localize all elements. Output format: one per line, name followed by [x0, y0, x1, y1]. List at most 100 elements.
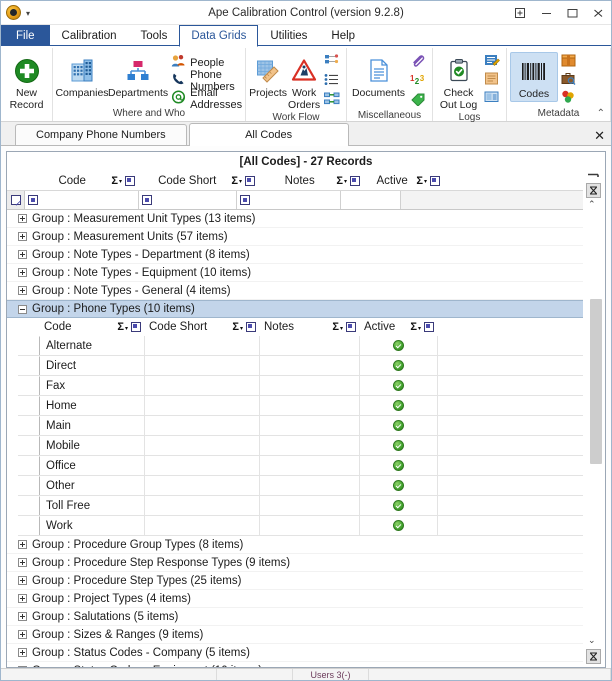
group-row[interactable]: Group : Sizes & Ranges (9 items) — [7, 626, 583, 644]
cell-active[interactable] — [360, 436, 438, 455]
expand-icon[interactable] — [18, 594, 27, 603]
minimize-button[interactable] — [533, 2, 559, 24]
table-row[interactable]: Direct — [18, 356, 583, 376]
cell-code-short[interactable] — [145, 396, 260, 415]
menu-item-file[interactable]: File — [1, 25, 50, 46]
restore-down-button[interactable] — [507, 2, 533, 24]
column-summary-code-short-icon[interactable]: Σ ▾ — [231, 175, 255, 187]
row-indicator[interactable] — [18, 456, 40, 475]
group-row[interactable]: Group : Measurement Units (57 items) — [7, 228, 583, 246]
cell-notes[interactable] — [260, 456, 360, 475]
expand-icon[interactable] — [18, 630, 27, 639]
row-indicator[interactable] — [18, 496, 40, 515]
scroll-down-chevron-icon[interactable]: ⌄ — [588, 636, 596, 645]
cell-notes[interactable] — [260, 376, 360, 395]
tab-all-codes[interactable]: All Codes — [188, 123, 349, 146]
cell-notes[interactable] — [260, 336, 360, 355]
departments-button[interactable]: Departments — [108, 52, 168, 100]
cell-code[interactable]: Other — [40, 476, 145, 495]
table-row[interactable]: Alternate — [18, 336, 583, 356]
expand-icon[interactable] — [18, 214, 27, 223]
cell-notes[interactable] — [260, 416, 360, 435]
inner-column-summary-notes-icon[interactable]: Σ ▾ — [332, 321, 356, 333]
cell-code[interactable]: Fax — [40, 376, 145, 395]
cell-active[interactable] — [360, 376, 438, 395]
collapse-icon[interactable] — [18, 304, 27, 314]
column-header-code-short[interactable]: Code Short Σ ▾ — [139, 171, 259, 190]
expand-icon[interactable] — [18, 666, 27, 667]
group-row[interactable]: Group : Project Types (4 items) — [7, 590, 583, 608]
group-row[interactable]: Group : Note Types - Department (8 items… — [7, 246, 583, 264]
table-row[interactable]: Toll Free — [18, 496, 583, 516]
filter-cell-active[interactable] — [341, 191, 401, 209]
menu-item-tools[interactable]: Tools — [129, 25, 180, 46]
task-list-icon[interactable] — [324, 73, 340, 90]
codes-button[interactable]: Codes — [510, 52, 558, 102]
filter-editor-notes-icon[interactable] — [240, 195, 250, 205]
tab-company-phone-numbers[interactable]: Company Phone Numbers — [15, 124, 187, 145]
close-tab-icon[interactable]: ✕ — [594, 129, 605, 142]
cell-code-short[interactable] — [145, 436, 260, 455]
tag-icon[interactable] — [410, 92, 426, 109]
cell-code-short[interactable] — [145, 416, 260, 435]
grid-scrollbar-thumb[interactable] — [590, 299, 602, 464]
expand-icon[interactable] — [18, 286, 27, 295]
ribbon-collapse-button[interactable]: ⌃ — [597, 108, 605, 119]
menu-item-utilities[interactable]: Utilities — [258, 25, 319, 46]
companies-button[interactable]: Companies — [55, 52, 109, 100]
row-indicator[interactable] — [18, 376, 40, 395]
maximize-button[interactable] — [559, 2, 585, 24]
cell-code-short[interactable] — [145, 496, 260, 515]
cell-active[interactable] — [360, 336, 438, 355]
workflow-diagram-icon[interactable] — [324, 54, 340, 71]
group-row[interactable]: Group : Status Codes - Equipment (10 ite… — [7, 662, 583, 667]
cell-code-short[interactable] — [145, 356, 260, 375]
cell-code[interactable]: Work — [40, 516, 145, 535]
cell-active[interactable] — [360, 356, 438, 375]
inner-column-summary-code-short-icon[interactable]: Σ ▾ — [232, 321, 256, 333]
cell-active[interactable] — [360, 476, 438, 495]
cell-code[interactable]: Alternate — [40, 336, 145, 355]
column-summary-code-icon[interactable]: Σ ▾ — [111, 175, 135, 187]
column-summary-notes-icon[interactable]: Σ ▾ — [336, 175, 360, 187]
expand-icon[interactable] — [18, 232, 27, 241]
group-row[interactable]: Group : Procedure Step Response Types (9… — [7, 554, 583, 572]
documents-button[interactable]: Documents — [350, 52, 407, 100]
expand-icon[interactable] — [18, 612, 27, 621]
row-indicator[interactable] — [18, 396, 40, 415]
menu-item-help[interactable]: Help — [319, 25, 367, 46]
group-row-selected[interactable]: Group : Phone Types (10 items) — [7, 300, 583, 318]
row-indicator[interactable] — [18, 416, 40, 435]
cell-active[interactable] — [360, 396, 438, 415]
cell-code[interactable]: Home — [40, 396, 145, 415]
numbers-123-icon[interactable]: 1 2 3 — [410, 73, 426, 90]
group-row[interactable]: Group : Measurement Unit Types (13 items… — [7, 210, 583, 228]
table-row[interactable]: Fax — [18, 376, 583, 396]
cell-code-short[interactable] — [145, 336, 260, 355]
cell-notes[interactable] — [260, 436, 360, 455]
cell-code[interactable]: Office — [40, 456, 145, 475]
cell-notes[interactable] — [260, 476, 360, 495]
column-summary-active-icon[interactable]: Σ ▾ — [416, 175, 440, 187]
table-row[interactable]: Main — [18, 416, 583, 436]
cell-notes[interactable] — [260, 396, 360, 415]
filter-cell-code[interactable] — [25, 191, 139, 209]
expand-icon[interactable] — [18, 540, 27, 549]
inner-column-summary-code-icon[interactable]: Σ ▾ — [117, 321, 141, 333]
row-indicator[interactable] — [18, 356, 40, 375]
grid-rows-region[interactable]: Group : Measurement Unit Types (13 items… — [7, 210, 583, 667]
cell-active[interactable] — [360, 516, 438, 535]
inner-column-header-code-short[interactable]: Code Short Σ ▾ — [145, 318, 260, 336]
work-orders-button[interactable]: Work Orders — [287, 52, 321, 111]
column-header-notes[interactable]: Notes Σ ▾ — [259, 171, 364, 190]
quick-access-caret-icon[interactable]: ▾ — [26, 9, 30, 18]
column-header-code[interactable]: Code Σ ▾ — [29, 171, 139, 190]
cell-active[interactable] — [360, 456, 438, 475]
menu-item-calibration[interactable]: Calibration — [50, 25, 129, 46]
cell-code[interactable]: Main — [40, 416, 145, 435]
inner-column-header-notes[interactable]: Notes Σ ▾ — [260, 318, 360, 336]
attachment-clip-icon[interactable] — [410, 54, 426, 71]
package-icon[interactable] — [561, 54, 576, 70]
expand-icon[interactable] — [18, 576, 27, 585]
group-row[interactable]: Group : Note Types - Equipment (10 items… — [7, 264, 583, 282]
